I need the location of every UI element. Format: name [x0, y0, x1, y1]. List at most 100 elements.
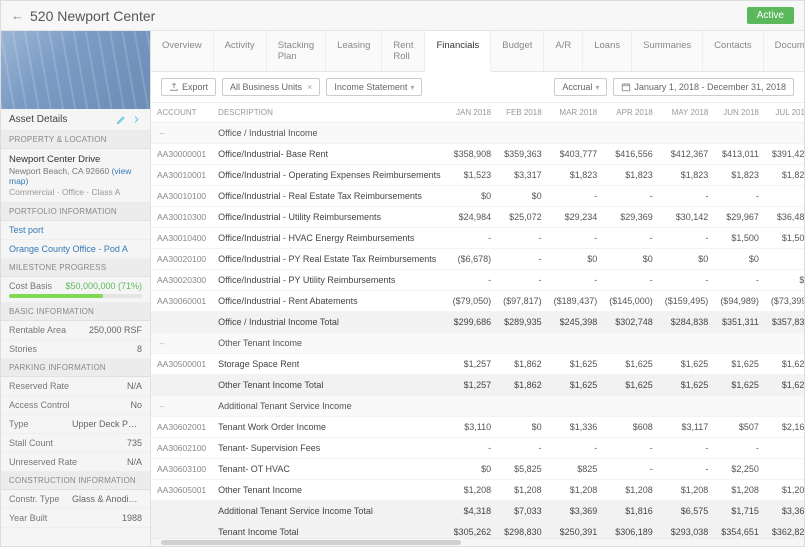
column-header[interactable]: APR 2018	[603, 103, 659, 123]
tab-loans[interactable]: Loans	[583, 31, 632, 71]
expander-icon[interactable]: –	[157, 128, 167, 138]
asset-details-label: Asset Details	[9, 114, 67, 125]
accounting-method-select[interactable]: Accrual ▾	[554, 78, 607, 96]
table-row: AA30020300Office/Industrial - PY Utility…	[151, 270, 804, 291]
expander-icon[interactable]: –	[157, 401, 167, 411]
tab-budget[interactable]: Budget	[491, 31, 544, 71]
tab-leasing[interactable]: Leasing	[326, 31, 382, 71]
value-cell: ($159,495)	[659, 291, 715, 312]
value-cell: $302,748	[603, 312, 659, 333]
column-header[interactable]: MAY 2018	[659, 103, 715, 123]
column-header[interactable]: FEB 2018	[497, 103, 548, 123]
value-cell: $4,318	[447, 501, 498, 522]
date-range-picker[interactable]: January 1, 2018 - December 31, 2018	[613, 78, 794, 96]
tab-activity[interactable]: Activity	[214, 31, 267, 71]
value-cell	[497, 396, 548, 417]
value-cell: -	[497, 228, 548, 249]
toolbar: Export All Business Units × Income State…	[151, 72, 804, 103]
value-cell: $0	[447, 459, 498, 480]
value-cell: $0	[497, 186, 548, 207]
scroll-thumb[interactable]	[161, 540, 461, 545]
description-cell: Office/Industrial - Operating Expenses R…	[212, 165, 446, 186]
value-cell: $1,208	[603, 480, 659, 501]
value-cell: $416,556	[603, 144, 659, 165]
tab-financials[interactable]: Financials	[425, 31, 491, 72]
description-cell: Tenant Work Order Income	[212, 417, 446, 438]
tab-overview[interactable]: Overview	[151, 31, 214, 71]
portfolio-link[interactable]: Orange County Office - Pod A	[1, 240, 150, 259]
horizontal-scrollbar[interactable]	[151, 538, 804, 546]
table-row: Tenant Income Total$305,262$298,830$250,…	[151, 522, 804, 539]
value-cell: -	[548, 228, 604, 249]
description-cell: Office/Industrial- Base Rent	[212, 144, 446, 165]
value-cell: $1,208	[447, 480, 498, 501]
value-cell: $2,160	[765, 417, 804, 438]
value-cell: $412,367	[659, 144, 715, 165]
description-cell: Office / Industrial Income	[212, 123, 446, 144]
chevron-right-icon[interactable]	[131, 114, 142, 125]
value-cell: ($94,989)	[714, 291, 765, 312]
back-arrow-icon[interactable]: ←	[11, 8, 24, 23]
business-units-filter[interactable]: All Business Units ×	[222, 78, 320, 96]
page-title: 520 Newport Center	[30, 8, 747, 24]
tab-rent-roll[interactable]: Rent Roll	[382, 31, 425, 71]
value-cell: $391,420	[765, 144, 804, 165]
value-cell: $1,208	[548, 480, 604, 501]
value-cell	[447, 396, 498, 417]
value-cell: -	[765, 438, 804, 459]
portfolio-link[interactable]: Test port	[1, 221, 150, 240]
value-cell: $1,208	[714, 480, 765, 501]
account-cell	[151, 501, 212, 522]
value-cell: $1,500	[714, 228, 765, 249]
value-cell: $0	[548, 249, 604, 270]
value-cell	[548, 333, 604, 354]
value-cell	[659, 333, 715, 354]
tab-stacking-plan[interactable]: Stacking Plan	[267, 31, 326, 71]
table-row: AA30605001Other Tenant Income$1,208$1,20…	[151, 480, 804, 501]
description-cell: Office/Industrial - Rent Abatements	[212, 291, 446, 312]
export-button[interactable]: Export	[161, 78, 216, 96]
value-cell: $298,830	[497, 522, 548, 539]
value-cell: $1,208	[497, 480, 548, 501]
column-header[interactable]: MAR 2018	[548, 103, 604, 123]
description-cell: Additional Tenant Service Income Total	[212, 501, 446, 522]
value-cell: -	[447, 228, 498, 249]
value-cell: $362,826	[765, 522, 804, 539]
column-header[interactable]: JUL 2018	[765, 103, 804, 123]
value-cell: -	[447, 270, 498, 291]
value-cell: $299,686	[447, 312, 498, 333]
description-cell: Office/Industrial - PY Real Estate Tax R…	[212, 249, 446, 270]
tab-documents[interactable]: Documents	[764, 31, 804, 71]
description-cell: Office/Industrial - Utility Reimbursemen…	[212, 207, 446, 228]
value-cell: -	[765, 249, 804, 270]
description-cell: Office/Industrial - Real Estate Tax Reim…	[212, 186, 446, 207]
column-header[interactable]: JUN 2018	[714, 103, 765, 123]
description-cell: Storage Space Rent	[212, 354, 446, 375]
edit-icon[interactable]	[116, 114, 127, 125]
value-cell	[548, 123, 604, 144]
value-cell: $293,038	[659, 522, 715, 539]
financials-table-wrap[interactable]: ACCOUNTDESCRIPTIONJAN 2018FEB 2018MAR 20…	[151, 103, 804, 538]
info-row: Year Built1988	[1, 509, 150, 528]
account-cell: AA30060001	[151, 291, 212, 312]
value-cell: ($79,050)	[447, 291, 498, 312]
value-cell: $1,862	[497, 354, 548, 375]
column-header[interactable]: JAN 2018	[447, 103, 498, 123]
column-header[interactable]: DESCRIPTION	[212, 103, 446, 123]
status-badge[interactable]: Active	[747, 7, 794, 24]
value-cell: $289,935	[497, 312, 548, 333]
statement-type-filter[interactable]: Income Statement ▾	[326, 78, 422, 96]
calendar-icon	[621, 82, 631, 92]
description-cell: Additional Tenant Service Income	[212, 396, 446, 417]
clear-filter-icon[interactable]: ×	[307, 82, 312, 92]
table-row: AA30000001Office/Industrial- Base Rent$3…	[151, 144, 804, 165]
value-cell: $1,625	[548, 375, 604, 396]
column-header[interactable]: ACCOUNT	[151, 103, 212, 123]
expander-icon[interactable]: –	[157, 338, 167, 348]
tab-a-r[interactable]: A/R	[544, 31, 583, 71]
value-cell: $413,011	[714, 144, 765, 165]
tab-contacts[interactable]: Contacts	[703, 31, 764, 71]
account-cell: AA30605001	[151, 480, 212, 501]
tab-summaries[interactable]: Summaries	[632, 31, 703, 71]
value-cell: $0	[603, 249, 659, 270]
